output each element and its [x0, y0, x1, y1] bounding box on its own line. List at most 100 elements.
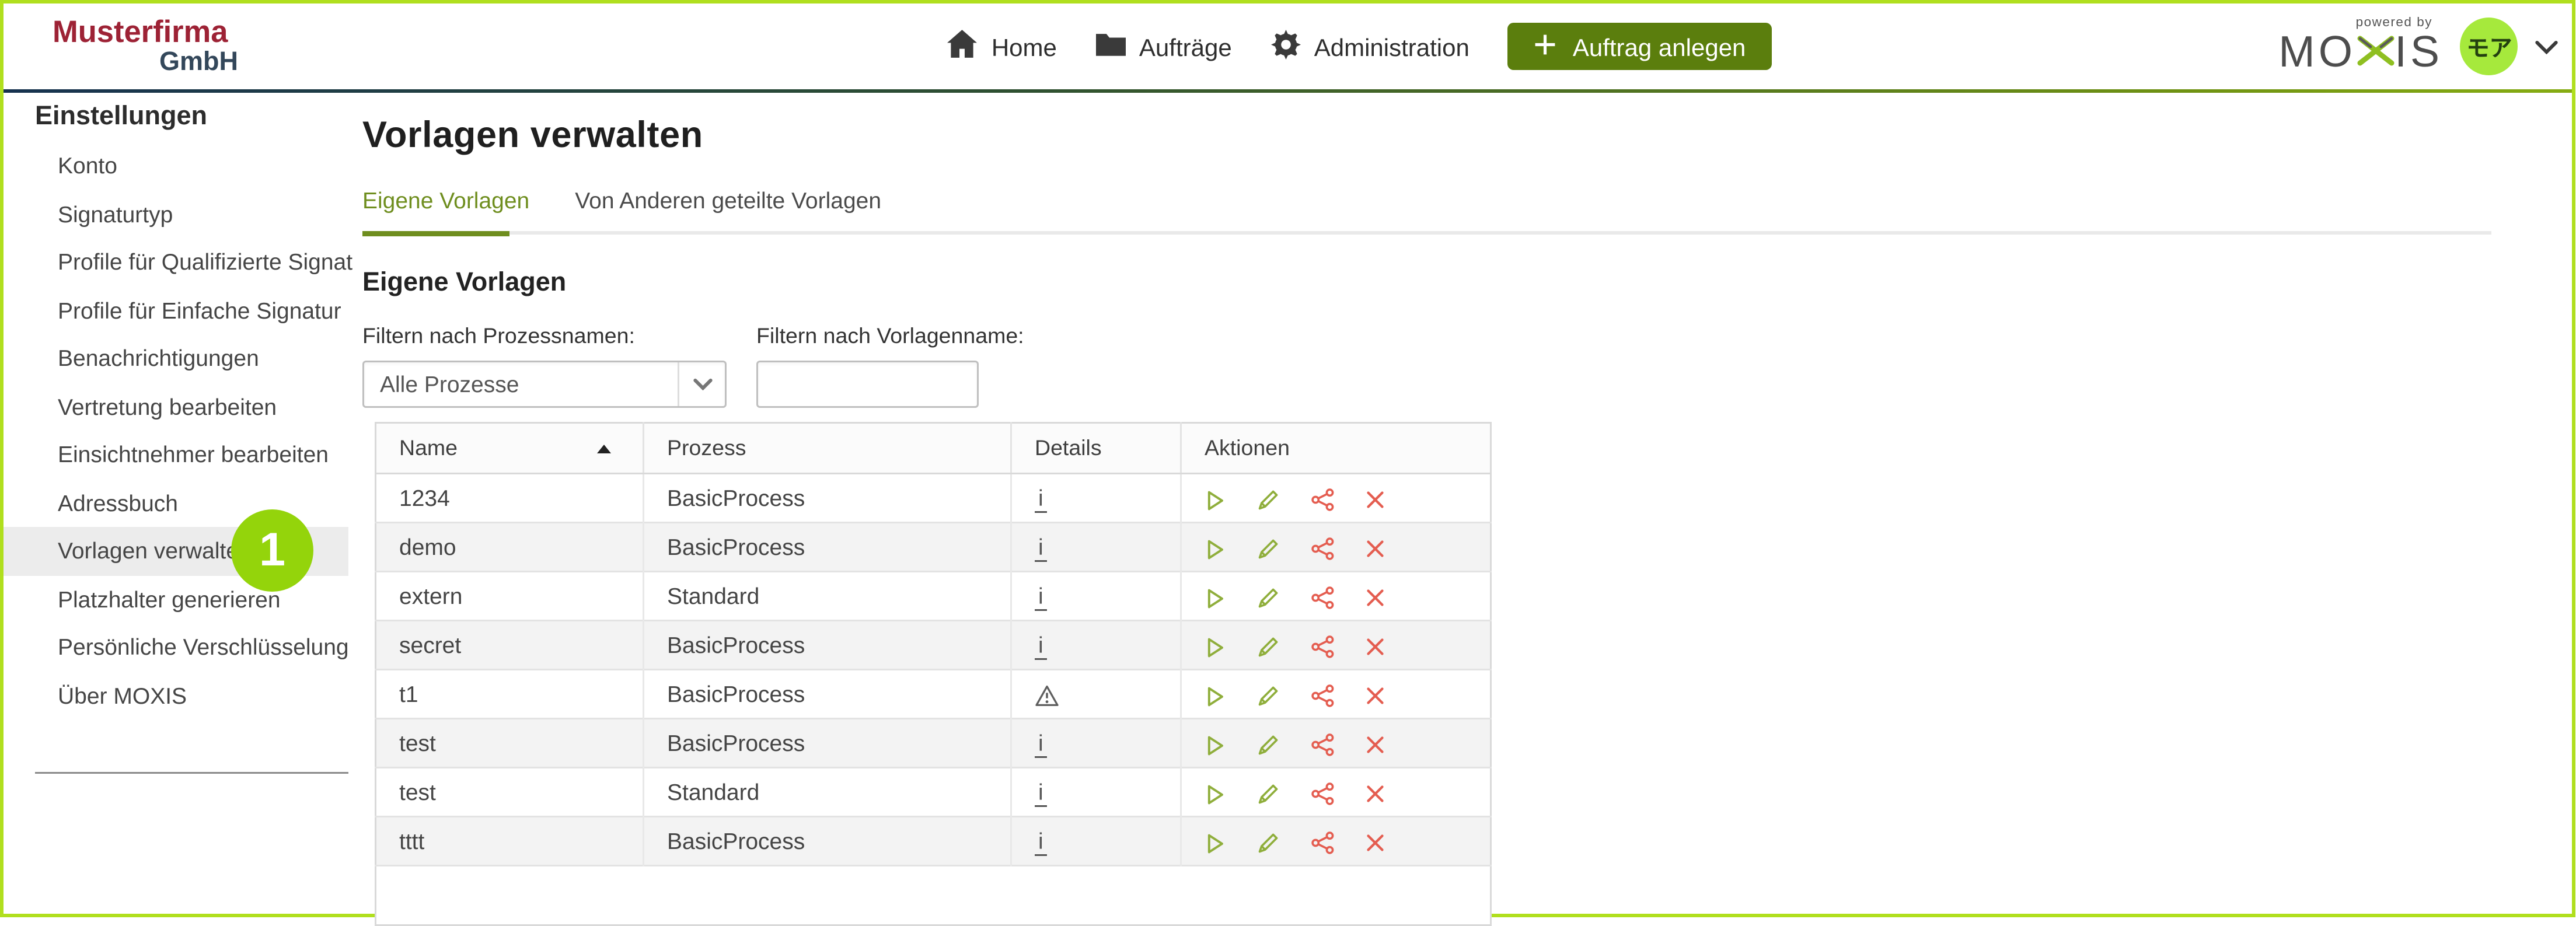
table-row: 1234BasicProcessi — [376, 474, 1491, 523]
template-name-filter-input[interactable] — [756, 361, 979, 408]
cell-name: test — [376, 768, 644, 817]
cell-process: BasicProcess — [644, 719, 1011, 768]
sidebar-item-einsichtnehmer-bearbeiten[interactable]: Einsichtnehmer bearbeiten — [4, 431, 354, 479]
table-row: secretBasicProcessi — [376, 621, 1491, 670]
sidebar-title: Einstellungen — [4, 100, 354, 135]
cell-actions — [1181, 670, 1491, 719]
info-icon[interactable]: i — [1035, 586, 1047, 610]
play-icon[interactable] — [1205, 735, 1226, 756]
column-header-prozess[interactable]: Prozess — [644, 423, 1011, 474]
info-icon[interactable]: i — [1035, 537, 1047, 561]
edit-icon[interactable] — [1257, 635, 1280, 658]
delete-x-icon[interactable] — [1366, 637, 1385, 656]
nav-administration[interactable]: Administration — [1270, 29, 1469, 64]
share-icon[interactable] — [1311, 488, 1334, 511]
filter-bar: Filtern nach Prozessnamen: Alle Prozesse… — [362, 322, 2572, 408]
share-icon[interactable] — [1311, 586, 1334, 609]
sidebar-item-über-moxis[interactable]: Über MOXIS — [4, 672, 354, 720]
share-icon[interactable] — [1311, 635, 1334, 658]
sidebar-item-profile-für-einfache-signatur[interactable]: Profile für Einfache Signatur — [4, 286, 354, 335]
process-filter-label: Filtern nach Prozessnamen: — [362, 322, 727, 350]
info-icon[interactable]: i — [1035, 488, 1047, 512]
create-order-button[interactable]: Auftrag anlegen — [1508, 23, 1772, 70]
table-row: testBasicProcessi — [376, 719, 1491, 768]
sidebar-menu: KontoSignaturtypProfile für Qualifiziert… — [4, 142, 354, 719]
cell-details: i — [1011, 768, 1181, 817]
cell-actions — [1181, 768, 1491, 817]
process-filter-value: Alle Prozesse — [364, 371, 678, 397]
company-suffix: GmbH — [53, 48, 284, 76]
sidebar-item-konto[interactable]: Konto — [4, 142, 354, 190]
cell-actions — [1181, 719, 1491, 768]
sidebar-item-platzhalter-generieren[interactable]: Platzhalter generieren — [4, 575, 354, 624]
share-icon[interactable] — [1311, 831, 1334, 854]
delete-x-icon[interactable] — [1366, 588, 1385, 607]
table-row: ttttBasicProcessi — [376, 817, 1491, 866]
settings-sidebar: Einstellungen KontoSignaturtypProfile fü… — [4, 93, 354, 913]
play-icon[interactable] — [1205, 686, 1226, 707]
edit-icon[interactable] — [1257, 782, 1280, 805]
info-icon[interactable]: i — [1035, 782, 1047, 806]
create-order-label: Auftrag anlegen — [1573, 33, 1746, 61]
delete-x-icon[interactable] — [1366, 784, 1385, 803]
moxis-x-icon — [2356, 30, 2395, 78]
sidebar-item-profile-für-qualifizierte-signatur[interactable]: Profile für Qualifizierte Signatur — [4, 238, 354, 286]
tab-von-anderen-geteilte-vorlagen[interactable]: Von Anderen geteilte Vorlagen — [575, 187, 881, 213]
section-title: Eigene Vorlagen — [362, 266, 2572, 299]
home-icon — [948, 30, 978, 63]
delete-x-icon[interactable] — [1366, 490, 1385, 509]
delete-x-icon[interactable] — [1366, 735, 1385, 754]
sidebar-item-vertretung-bearbeiten[interactable]: Vertretung bearbeiten — [4, 383, 354, 431]
moxis-logo-right: IS — [2395, 32, 2443, 76]
play-icon[interactable] — [1205, 833, 1226, 854]
cell-name: 1234 — [376, 474, 644, 523]
share-icon[interactable] — [1311, 782, 1334, 805]
edit-icon[interactable] — [1257, 733, 1280, 756]
delete-x-icon[interactable] — [1366, 833, 1385, 852]
edit-icon[interactable] — [1257, 537, 1280, 560]
cell-process: BasicProcess — [644, 523, 1011, 572]
process-filter-select[interactable]: Alle Prozesse — [362, 361, 727, 408]
column-header-details[interactable]: Details — [1011, 423, 1181, 474]
sidebar-item-adressbuch[interactable]: Adressbuch — [4, 479, 354, 527]
edit-icon[interactable] — [1257, 586, 1280, 609]
name-filter-label: Filtern nach Vorlagenname: — [756, 322, 1024, 350]
edit-icon[interactable] — [1257, 488, 1280, 511]
sidebar-item-persönliche-verschlüsselung[interactable]: Persönliche Verschlüsselung — [4, 623, 354, 672]
user-menu-chevron-down-icon[interactable] — [2536, 40, 2558, 54]
edit-icon[interactable] — [1257, 684, 1280, 707]
share-icon[interactable] — [1311, 537, 1334, 560]
play-icon[interactable] — [1205, 588, 1226, 609]
sidebar-item-benachrichtigungen[interactable]: Benachrichtigungen — [4, 334, 354, 383]
nav-home[interactable]: Home — [948, 30, 1057, 63]
column-header-aktionen[interactable]: Aktionen — [1181, 423, 1491, 474]
play-icon[interactable] — [1205, 784, 1226, 805]
cell-name: t1 — [376, 670, 644, 719]
cell-name: demo — [376, 523, 644, 572]
nav-auftraege[interactable]: Aufträge — [1095, 32, 1232, 61]
cell-details — [1011, 670, 1181, 719]
play-icon[interactable] — [1205, 539, 1226, 560]
tab-eigene-vorlagen[interactable]: Eigene Vorlagen — [362, 187, 529, 213]
info-icon[interactable]: i — [1035, 733, 1047, 757]
cell-name: tttt — [376, 817, 644, 866]
play-icon[interactable] — [1205, 637, 1226, 658]
warning-icon[interactable] — [1035, 684, 1059, 707]
templates-table: Name Prozess Details Aktionen 1234BasicP… — [375, 422, 1492, 926]
moxis-logo-left: MO — [2278, 32, 2356, 76]
cell-process: Standard — [644, 572, 1011, 621]
user-avatar[interactable]: モア — [2460, 18, 2518, 75]
delete-x-icon[interactable] — [1366, 539, 1385, 558]
play-icon[interactable] — [1205, 490, 1226, 511]
info-icon[interactable]: i — [1035, 831, 1047, 855]
share-icon[interactable] — [1311, 684, 1334, 707]
sidebar-item-signaturtyp[interactable]: Signaturtyp — [4, 190, 354, 239]
column-header-name[interactable]: Name — [376, 423, 644, 474]
main-panel: Vorlagen verwalten Eigene Vorlagen Von A… — [354, 93, 2572, 913]
delete-x-icon[interactable] — [1366, 686, 1385, 705]
share-icon[interactable] — [1311, 733, 1334, 756]
edit-icon[interactable] — [1257, 831, 1280, 854]
cell-details: i — [1011, 572, 1181, 621]
info-icon[interactable]: i — [1035, 635, 1047, 659]
powered-by-text: powered by — [2356, 15, 2432, 29]
